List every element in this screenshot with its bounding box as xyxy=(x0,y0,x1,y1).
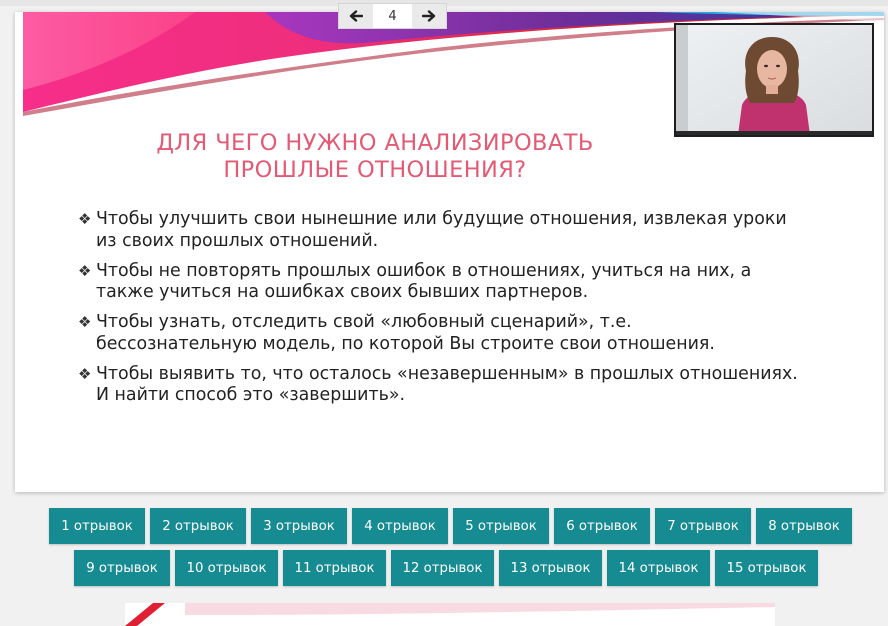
bullet-text: Чтобы выявить то, что осталось «незаверш… xyxy=(96,363,798,384)
chapter-row: 1 отрывок 2 отрывок 3 отрывок 4 отрывок … xyxy=(49,508,852,544)
slide-title-line: ПРОШЛЫЕ ОТНОШЕНИЯ? xyxy=(223,157,527,183)
bullet-text: Чтобы узнать, отследить свой «любовный с… xyxy=(96,312,632,332)
webcam-video[interactable] xyxy=(674,23,874,137)
chapter-button[interactable]: 14 отрывок xyxy=(607,550,710,586)
slide-title-line: ДЛЯ ЧЕГО НУЖНО АНАЛИЗИРОВАТЬ xyxy=(156,130,594,156)
slide-title: ДЛЯ ЧЕГО НУЖНО АНАЛИЗИРОВАТЬ ПРОШЛЫЕ ОТН… xyxy=(75,130,675,184)
chapter-button[interactable]: 3 отрывок xyxy=(251,508,347,544)
bullet-text: бессознательную модель, по которой Вы ст… xyxy=(96,333,715,354)
chapter-button[interactable]: 2 отрывок xyxy=(150,508,246,544)
chapter-button[interactable]: 8 отрывок xyxy=(756,508,852,544)
chapter-button[interactable]: 12 отрывок xyxy=(391,550,494,586)
next-slide-button[interactable] xyxy=(412,4,446,28)
bullet-item: ❖ Чтобы не повторять прошлых ошибок в от… xyxy=(78,261,838,304)
chapter-button[interactable]: 11 отрывок xyxy=(283,550,386,586)
preview-banner-graphic xyxy=(125,603,775,626)
arrow-left-icon xyxy=(349,10,363,22)
slide-pager: 4 xyxy=(338,3,447,29)
bullet-text: из своих прошлых отношений. xyxy=(96,230,379,251)
bullet-item: ❖ Чтобы узнать, отследить свой «любовный… xyxy=(78,312,838,355)
chapter-button[interactable]: 9 отрывок xyxy=(74,550,170,586)
bullet-text: также учиться на ошибках своих бывших па… xyxy=(96,282,589,302)
page-number: 4 xyxy=(388,8,397,24)
chapter-row: 9 отрывок 10 отрывок 11 отрывок 12 отрыв… xyxy=(74,550,818,586)
bullet-item: ❖ Чтобы улучшить свои нынешние или будущ… xyxy=(78,209,838,252)
next-slide-preview xyxy=(125,603,775,626)
diamond-bullet-icon: ❖ xyxy=(78,261,92,280)
bullet-text: Чтобы улучшить свои нынешние или будущие… xyxy=(96,209,787,229)
bullet-list: ❖ Чтобы улучшить свои нынешние или будущ… xyxy=(78,209,838,415)
arrow-right-icon xyxy=(422,10,436,22)
diamond-bullet-icon: ❖ xyxy=(78,210,92,228)
diamond-bullet-icon: ❖ xyxy=(78,313,92,331)
chapter-button[interactable]: 4 отрывок xyxy=(352,508,448,544)
chapter-button[interactable]: 1 отрывок xyxy=(49,508,145,544)
chapter-button[interactable]: 10 отрывок xyxy=(175,550,278,586)
bullet-text: Чтобы не повторять прошлых ошибок в отно… xyxy=(96,260,752,281)
chapter-button[interactable]: 13 отрывок xyxy=(499,550,602,586)
presenter-video-frame xyxy=(676,25,872,135)
chapter-button[interactable]: 6 отрывок xyxy=(554,508,650,544)
diamond-bullet-icon: ❖ xyxy=(78,364,92,383)
chapter-button[interactable]: 15 отрывок xyxy=(715,550,818,586)
bullet-item: ❖ Чтобы выявить то, что осталось «незаве… xyxy=(78,364,838,407)
chapter-button[interactable]: 5 отрывок xyxy=(453,508,549,544)
bullet-text: И найти способ это «завершить». xyxy=(96,385,405,405)
chapter-button[interactable]: 7 отрывок xyxy=(655,508,751,544)
prev-slide-button[interactable] xyxy=(339,4,373,28)
